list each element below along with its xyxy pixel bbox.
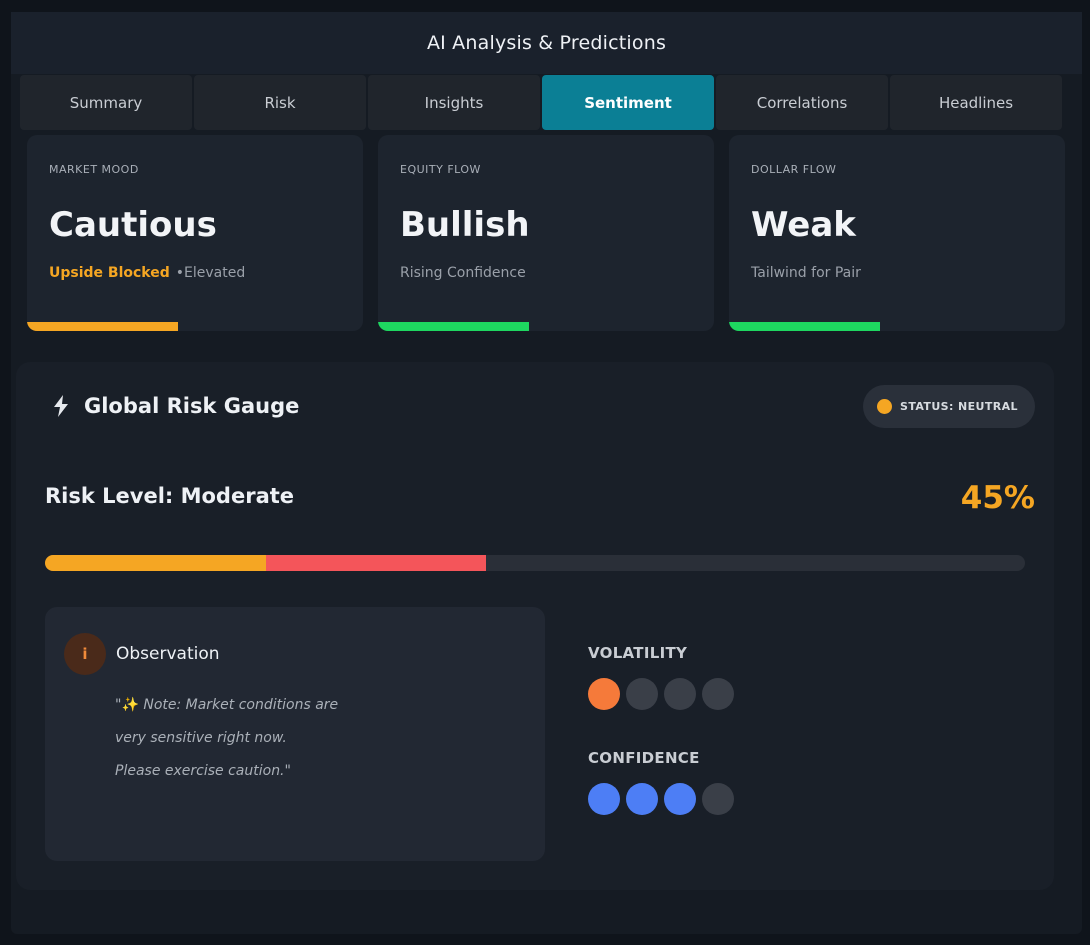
- mood-bar: [27, 322, 179, 331]
- tab-bar: Summary Risk Insights Sentiment Correlat…: [20, 75, 1062, 131]
- empty-dot: [702, 678, 734, 710]
- observation-line: "✨ Note: Market conditions are: [115, 689, 515, 722]
- confidence-label: CONFIDENCE: [588, 749, 700, 767]
- volatility-dots: [588, 678, 734, 710]
- card-subtitle: Tailwind for Pair: [751, 265, 861, 281]
- bolt-icon: [54, 395, 68, 417]
- card-label: DOLLAR FLOW: [751, 163, 837, 176]
- risk-segment-high: [265, 555, 486, 571]
- card-value: Bullish: [400, 205, 530, 245]
- status-badge: STATUS: NEUTRAL: [863, 385, 1035, 428]
- risk-percent: 45%: [960, 480, 1035, 516]
- card-highlight: Upside Blocked: [49, 265, 170, 281]
- tab-risk[interactable]: Risk: [194, 75, 366, 130]
- card-value: Weak: [751, 205, 856, 245]
- equity-flow-card: EQUITY FLOW Bullish Rising Confidence: [378, 135, 714, 331]
- status-dot-icon: [877, 399, 892, 414]
- filled-dot: [588, 678, 620, 710]
- observation-header: i Observation: [64, 633, 220, 675]
- tab-correlations[interactable]: Correlations: [716, 75, 888, 130]
- observation-line-1: "✨ Note: Market conditions are: [115, 697, 338, 713]
- confidence-dots: [588, 783, 734, 815]
- filled-dot: [626, 783, 658, 815]
- market-mood-card: MARKET MOOD Cautious Upside Blocked •Elev…: [27, 135, 363, 331]
- window-title: AI Analysis & Predictions: [426, 32, 667, 54]
- risk-level-label: Risk Level: Moderate: [45, 484, 295, 508]
- card-label: MARKET MOOD: [49, 163, 139, 176]
- empty-dot: [664, 678, 696, 710]
- observation-line: Please exercise caution.": [115, 763, 291, 779]
- tab-summary[interactable]: Summary: [20, 75, 192, 130]
- observation-title: Observation: [116, 644, 220, 664]
- dollar-flow-card: DOLLAR FLOW Weak Tailwind for Pair: [729, 135, 1065, 331]
- filled-dot: [664, 783, 696, 815]
- filled-dot: [588, 783, 620, 815]
- confidence-metric: CONFIDENCE: [588, 749, 734, 815]
- observation-text: "✨ Note: Market conditions are very sens…: [115, 689, 515, 788]
- equity-bar: [378, 322, 530, 331]
- card-label: EQUITY FLOW: [400, 163, 481, 176]
- card-subtitle: Rising Confidence: [400, 265, 526, 281]
- risk-segment-moderate: [45, 555, 266, 571]
- tab-sentiment[interactable]: Sentiment: [542, 75, 714, 130]
- tab-insights[interactable]: Insights: [368, 75, 540, 130]
- gauge-title: Global Risk Gauge: [84, 394, 300, 418]
- card-subtitle: Upside Blocked •Elevated: [49, 265, 245, 281]
- sparkle-icon: ✨: [121, 697, 139, 713]
- volatility-label: VOLATILITY: [588, 644, 688, 662]
- risk-progress-bar: [45, 555, 1025, 571]
- title-bar: AI Analysis & Predictions: [11, 12, 1082, 74]
- card-value: Cautious: [49, 205, 217, 245]
- dollar-bar: [729, 322, 881, 331]
- card-extra: •Elevated: [175, 265, 246, 281]
- gauge-header: Global Risk Gauge: [52, 394, 299, 418]
- info-icon: i: [64, 633, 106, 675]
- tab-headlines[interactable]: Headlines: [890, 75, 1062, 130]
- volatility-metric: VOLATILITY: [588, 644, 734, 710]
- observation-line-text: Note: Market conditions are: [138, 697, 339, 713]
- observation-box: i Observation "✨ Note: Market conditions…: [45, 607, 545, 861]
- empty-dot: [626, 678, 658, 710]
- global-risk-gauge-panel: Global Risk Gauge STATUS: NEUTRAL Risk L…: [16, 362, 1054, 890]
- empty-dot: [702, 783, 734, 815]
- observation-line: very sensitive right now.: [115, 730, 287, 746]
- status-text: STATUS: NEUTRAL: [900, 400, 1018, 413]
